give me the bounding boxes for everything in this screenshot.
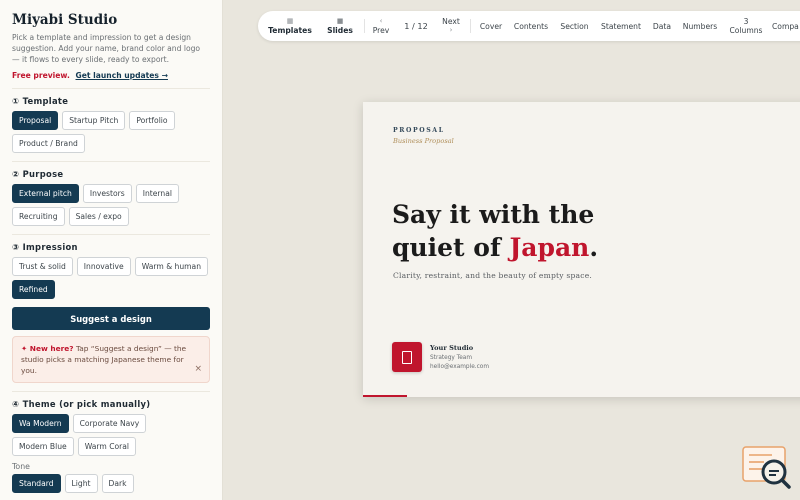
search-help-icon[interactable] (742, 446, 792, 490)
impression-section-title: ③ Impression (12, 242, 78, 252)
launch-updates-link[interactable]: Get launch updates → (76, 71, 168, 80)
headline-line-1: Say it with the (392, 200, 595, 229)
intro-text: Pick a template and impression to get a … (12, 33, 201, 64)
layout-section[interactable]: Section (557, 22, 592, 31)
tone-option-standard[interactable]: Standard (12, 474, 61, 493)
layout-cover[interactable]: Cover (476, 22, 506, 31)
chevron-left-icon: ‹ (379, 17, 383, 25)
headline-end: . (589, 233, 599, 262)
headline-accent: Japan (509, 233, 590, 262)
divider (12, 88, 210, 89)
impression-options: Trust & solid Innovative Warm & human Re… (12, 257, 210, 299)
purpose-section-title: ② Purpose (12, 169, 64, 179)
page-indicator: 1 / 12 (404, 21, 428, 31)
template-option-startup-pitch[interactable]: Startup Pitch (62, 111, 126, 130)
layout-compare[interactable]: Compa (772, 22, 800, 31)
slide-toolbar: ▦ Templates ■ Slides ‹ Prev 1 / 12 Next … (258, 11, 800, 41)
next-button[interactable]: Next › (440, 17, 462, 35)
studio-name: Your Studio (430, 344, 474, 352)
layout-contents[interactable]: Contents (512, 22, 550, 31)
divider (12, 161, 210, 162)
theme-options: Wa Modern Corporate Navy Modern Blue War… (12, 414, 210, 456)
templates-button[interactable]: ▦ Templates (268, 17, 312, 35)
separator (364, 19, 365, 33)
divider (12, 234, 210, 235)
notice-prefix: ✦ New here? (21, 344, 74, 353)
suggest-design-button[interactable]: Suggest a design (12, 307, 210, 330)
purpose-option-investors[interactable]: Investors (82, 184, 132, 203)
template-option-portfolio[interactable]: Portfolio (129, 111, 175, 130)
tone-option-dark[interactable]: Dark (101, 474, 134, 493)
impression-option-warm-human[interactable]: Warm & human (134, 257, 209, 276)
theme-option-corporate-navy[interactable]: Corporate Navy (72, 414, 147, 433)
separator (470, 19, 471, 33)
slide-label: PROPOSAL (393, 127, 445, 134)
divider (12, 391, 210, 392)
purpose-option-internal[interactable]: Internal (135, 184, 179, 203)
impression-option-innovative[interactable]: Innovative (76, 257, 131, 276)
slide-headline: Say it with the quiet of Japan. (392, 198, 598, 264)
preview-line: Free preview. Get launch updates → (12, 71, 210, 80)
chevron-right-icon: › (449, 26, 453, 34)
template-option-proposal[interactable]: Proposal (12, 111, 59, 130)
purpose-option-recruiting[interactable]: Recruiting (12, 207, 65, 226)
templates-icon: ▦ (286, 17, 294, 25)
layout-3-columns[interactable]: 3 Columns (726, 17, 766, 35)
theme-option-warm-coral[interactable]: Warm Coral (77, 437, 137, 456)
template-options: Proposal Startup Pitch Portfolio Product… (12, 111, 210, 153)
headline-line-2: quiet of (392, 233, 510, 262)
layout-statement[interactable]: Statement (598, 22, 644, 31)
slide-tagline: Clarity, restraint, and the beauty of em… (393, 271, 593, 280)
layout-numbers[interactable]: Numbers (680, 22, 720, 31)
contact-email: hello@example.com (430, 364, 489, 370)
tone-options: Standard Light Dark (12, 474, 210, 493)
purpose-option-sales-expo[interactable]: Sales / expo (68, 207, 129, 226)
theme-option-modern-blue[interactable]: Modern Blue (12, 437, 74, 456)
template-section-title: ① Template (12, 96, 69, 106)
new-user-notice: ✦ New here? Tap “Suggest a design” — the… (12, 336, 210, 383)
logo-mark-icon (402, 350, 412, 364)
slide-sublabel: Business Proposal (393, 137, 454, 145)
impression-option-trust-solid[interactable]: Trust & solid (12, 257, 73, 276)
slides-icon: ■ (336, 17, 344, 25)
accent-bar (363, 395, 407, 397)
close-icon[interactable]: × (194, 364, 202, 375)
slides-button[interactable]: ■ Slides (324, 17, 356, 35)
brand-logo (392, 342, 422, 372)
purpose-option-external-pitch[interactable]: External pitch (12, 184, 79, 203)
free-preview-label: Free preview. (12, 71, 70, 80)
sidebar: Miyabi Studio Pick a template and impres… (0, 0, 223, 500)
theme-option-wa-modern[interactable]: Wa Modern (12, 414, 69, 433)
template-option-product-brand[interactable]: Product / Brand (12, 134, 85, 153)
layout-data[interactable]: Data (650, 22, 674, 31)
tone-label: Tone (12, 462, 30, 471)
app-title: Miyabi Studio (12, 12, 118, 28)
theme-section-title: ④ Theme (or pick manually) (12, 399, 151, 409)
prev-button[interactable]: ‹ Prev (370, 17, 392, 35)
team-name: Strategy Team (430, 355, 473, 361)
purpose-options: External pitch Investors Internal Recrui… (12, 184, 210, 226)
impression-option-refined[interactable]: Refined (12, 280, 55, 299)
slide-preview[interactable]: PROPOSAL Business Proposal Say it with t… (363, 102, 800, 397)
tone-option-light[interactable]: Light (64, 474, 98, 493)
